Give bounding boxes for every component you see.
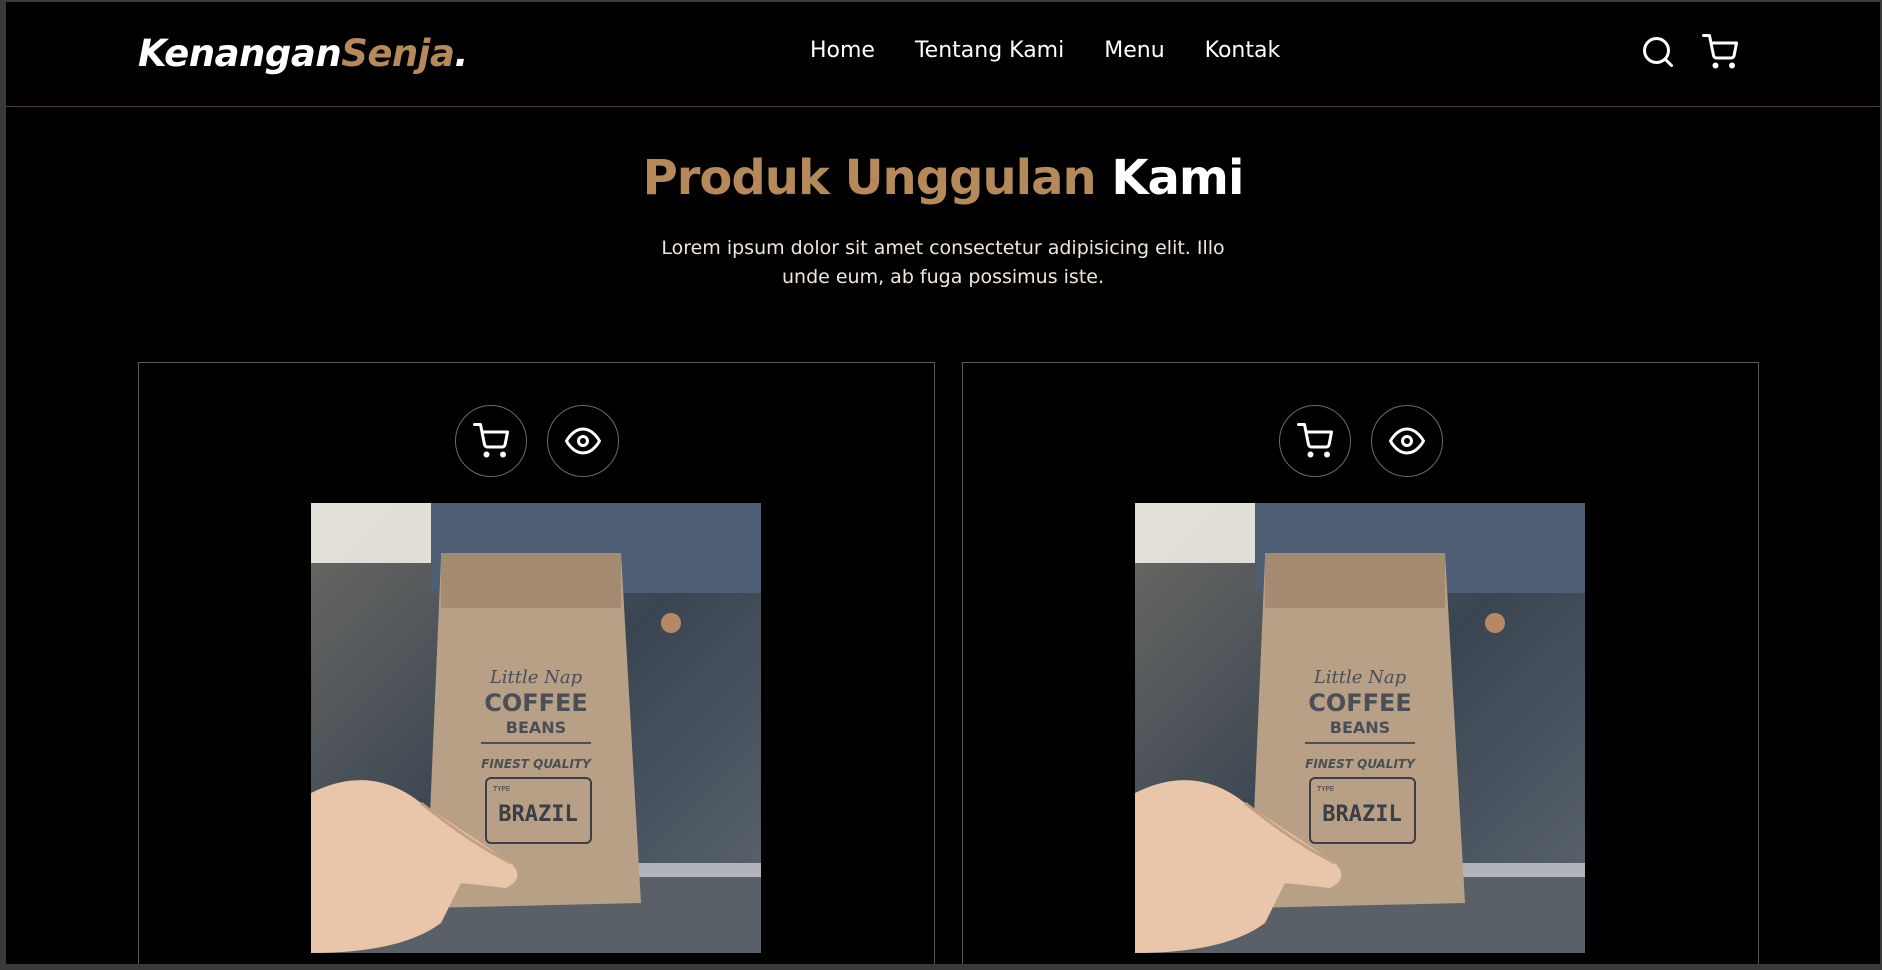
bag-line-2: BEANS [1330,718,1390,737]
brand-part-1: Kenangan [138,32,342,75]
cart-icon[interactable] [1702,34,1738,70]
nav-icons [1640,34,1738,70]
product-image: Little Nap COFFEE BEANS FINEST QUALITY T… [311,503,761,953]
product-card: Little Nap COFFEE BEANS FINEST QUALITY T… [962,362,1759,964]
bag-type-label: TYPE [492,785,510,793]
search-icon[interactable] [1640,34,1676,70]
bag-type: BRAZIL [498,802,577,827]
section-subtitle: Lorem ipsum dolor sit amet consectetur a… [6,234,1880,292]
product-actions [963,405,1758,477]
product-actions [139,405,934,477]
nav-link-home[interactable]: Home [810,38,875,63]
nav-link-menu[interactable]: Menu [1104,38,1164,63]
section-title-accent: Produk Unggulan [642,150,1097,206]
brand-logo[interactable]: KenanganSenja. [138,32,468,75]
bag-line-2: BEANS [506,718,566,737]
cart-icon [472,423,509,458]
eye-icon [1388,427,1425,455]
navbar: KenanganSenja. Home Tentang Kami Menu Ko… [6,2,1880,107]
brand-part-2: Senja [341,32,455,75]
bag-quality: FINEST QUALITY [1305,757,1416,771]
page: KenanganSenja. Home Tentang Kami Menu Ko… [6,2,1880,964]
bag-type-label: TYPE [1316,785,1334,793]
bag-quality: FINEST QUALITY [481,757,592,771]
subtitle-line-1: Lorem ipsum dolor sit amet consectetur a… [661,237,1225,259]
subtitle-line-2: unde eum, ab fuga possimus iste. [781,266,1105,288]
add-to-cart-button[interactable] [1278,405,1351,477]
nav-link-tentang-kami[interactable]: Tentang Kami [915,38,1064,63]
product-card: Little Nap COFFEE BEANS FINEST QUALITY T… [138,362,935,964]
bag-brand: Little Nap [489,667,583,688]
brand-part-3: . [454,32,468,75]
eye-icon [564,427,601,455]
bag-brand: Little Nap [1313,667,1407,688]
main-nav: Home Tentang Kami Menu Kontak [810,38,1280,63]
bag-line-1: COFFEE [484,689,588,717]
cart-icon [1296,423,1333,458]
section-title-rest: Kami [1111,150,1244,206]
product-image: Little Nap COFFEE BEANS FINEST QUALITY T… [1135,503,1585,953]
section-title: Produk Unggulan Kami [6,150,1880,206]
view-product-button[interactable] [1370,405,1443,477]
view-product-button[interactable] [546,405,619,477]
nav-link-kontak[interactable]: Kontak [1205,38,1281,63]
add-to-cart-button[interactable] [454,405,527,477]
bag-line-1: COFFEE [1308,689,1412,717]
bag-type: BRAZIL [1322,802,1401,827]
